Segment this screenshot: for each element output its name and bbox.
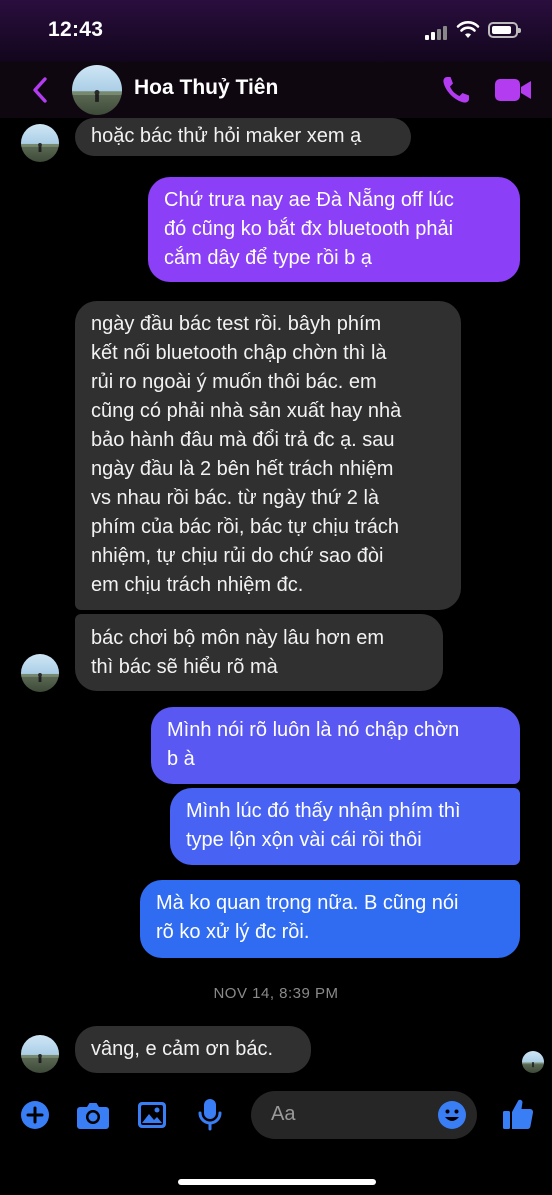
home-indicator xyxy=(178,1179,376,1185)
plus-circle-icon[interactable] xyxy=(20,1100,50,1130)
contact-avatar[interactable] xyxy=(21,1035,59,1073)
camera-icon[interactable] xyxy=(76,1100,110,1130)
wifi-icon xyxy=(456,21,480,38)
message-incoming[interactable]: vâng, e cảm ơn bác. xyxy=(75,1026,311,1073)
status-bar: 12:43 xyxy=(0,0,552,62)
message-input[interactable]: Aa xyxy=(251,1091,477,1139)
video-camera-icon[interactable] xyxy=(494,77,532,103)
message-incoming[interactable]: ngày đầu bác test rồi. bâyh phím kết nối… xyxy=(75,301,461,610)
contact-avatar[interactable] xyxy=(72,65,122,115)
message-outgoing[interactable]: Mình lúc đó thấy nhận phím thì type lộn … xyxy=(170,788,520,865)
photo-icon[interactable] xyxy=(137,1101,167,1129)
battery-icon xyxy=(488,22,521,38)
message-incoming[interactable]: hoặc bác thử hỏi maker xem ạ xyxy=(75,118,411,156)
microphone-icon[interactable] xyxy=(198,1098,222,1132)
message-outgoing[interactable]: Mà ko quan trọng nữa. B cũng nói rõ ko x… xyxy=(140,880,520,958)
chevron-left-icon[interactable] xyxy=(26,72,54,108)
message-outgoing[interactable]: Chứ trưa nay ae Đà Nẵng off lúc đó cũng … xyxy=(148,177,520,282)
contact-avatar[interactable] xyxy=(21,124,59,162)
phone-icon[interactable] xyxy=(440,74,472,106)
message-input-placeholder: Aa xyxy=(271,1103,296,1125)
status-time: 12:43 xyxy=(48,18,104,41)
contact-avatar[interactable] xyxy=(21,654,59,692)
conversation-header: Hoa Thuỷ Tiên xyxy=(0,62,552,118)
message-outgoing[interactable]: Mình nói rõ luôn là nó chập chờn b à xyxy=(151,707,520,784)
message-timestamp: NOV 14, 8:39 PM xyxy=(213,985,339,1002)
cellular-signal-icon xyxy=(425,24,451,40)
read-receipt-avatar xyxy=(522,1051,544,1073)
thumbs-up-icon[interactable] xyxy=(502,1097,534,1131)
contact-name[interactable]: Hoa Thuỷ Tiên xyxy=(134,76,278,100)
emoji-icon[interactable] xyxy=(437,1100,467,1130)
message-incoming[interactable]: bác chơi bộ môn này lâu hơn em thì bác s… xyxy=(75,614,443,691)
